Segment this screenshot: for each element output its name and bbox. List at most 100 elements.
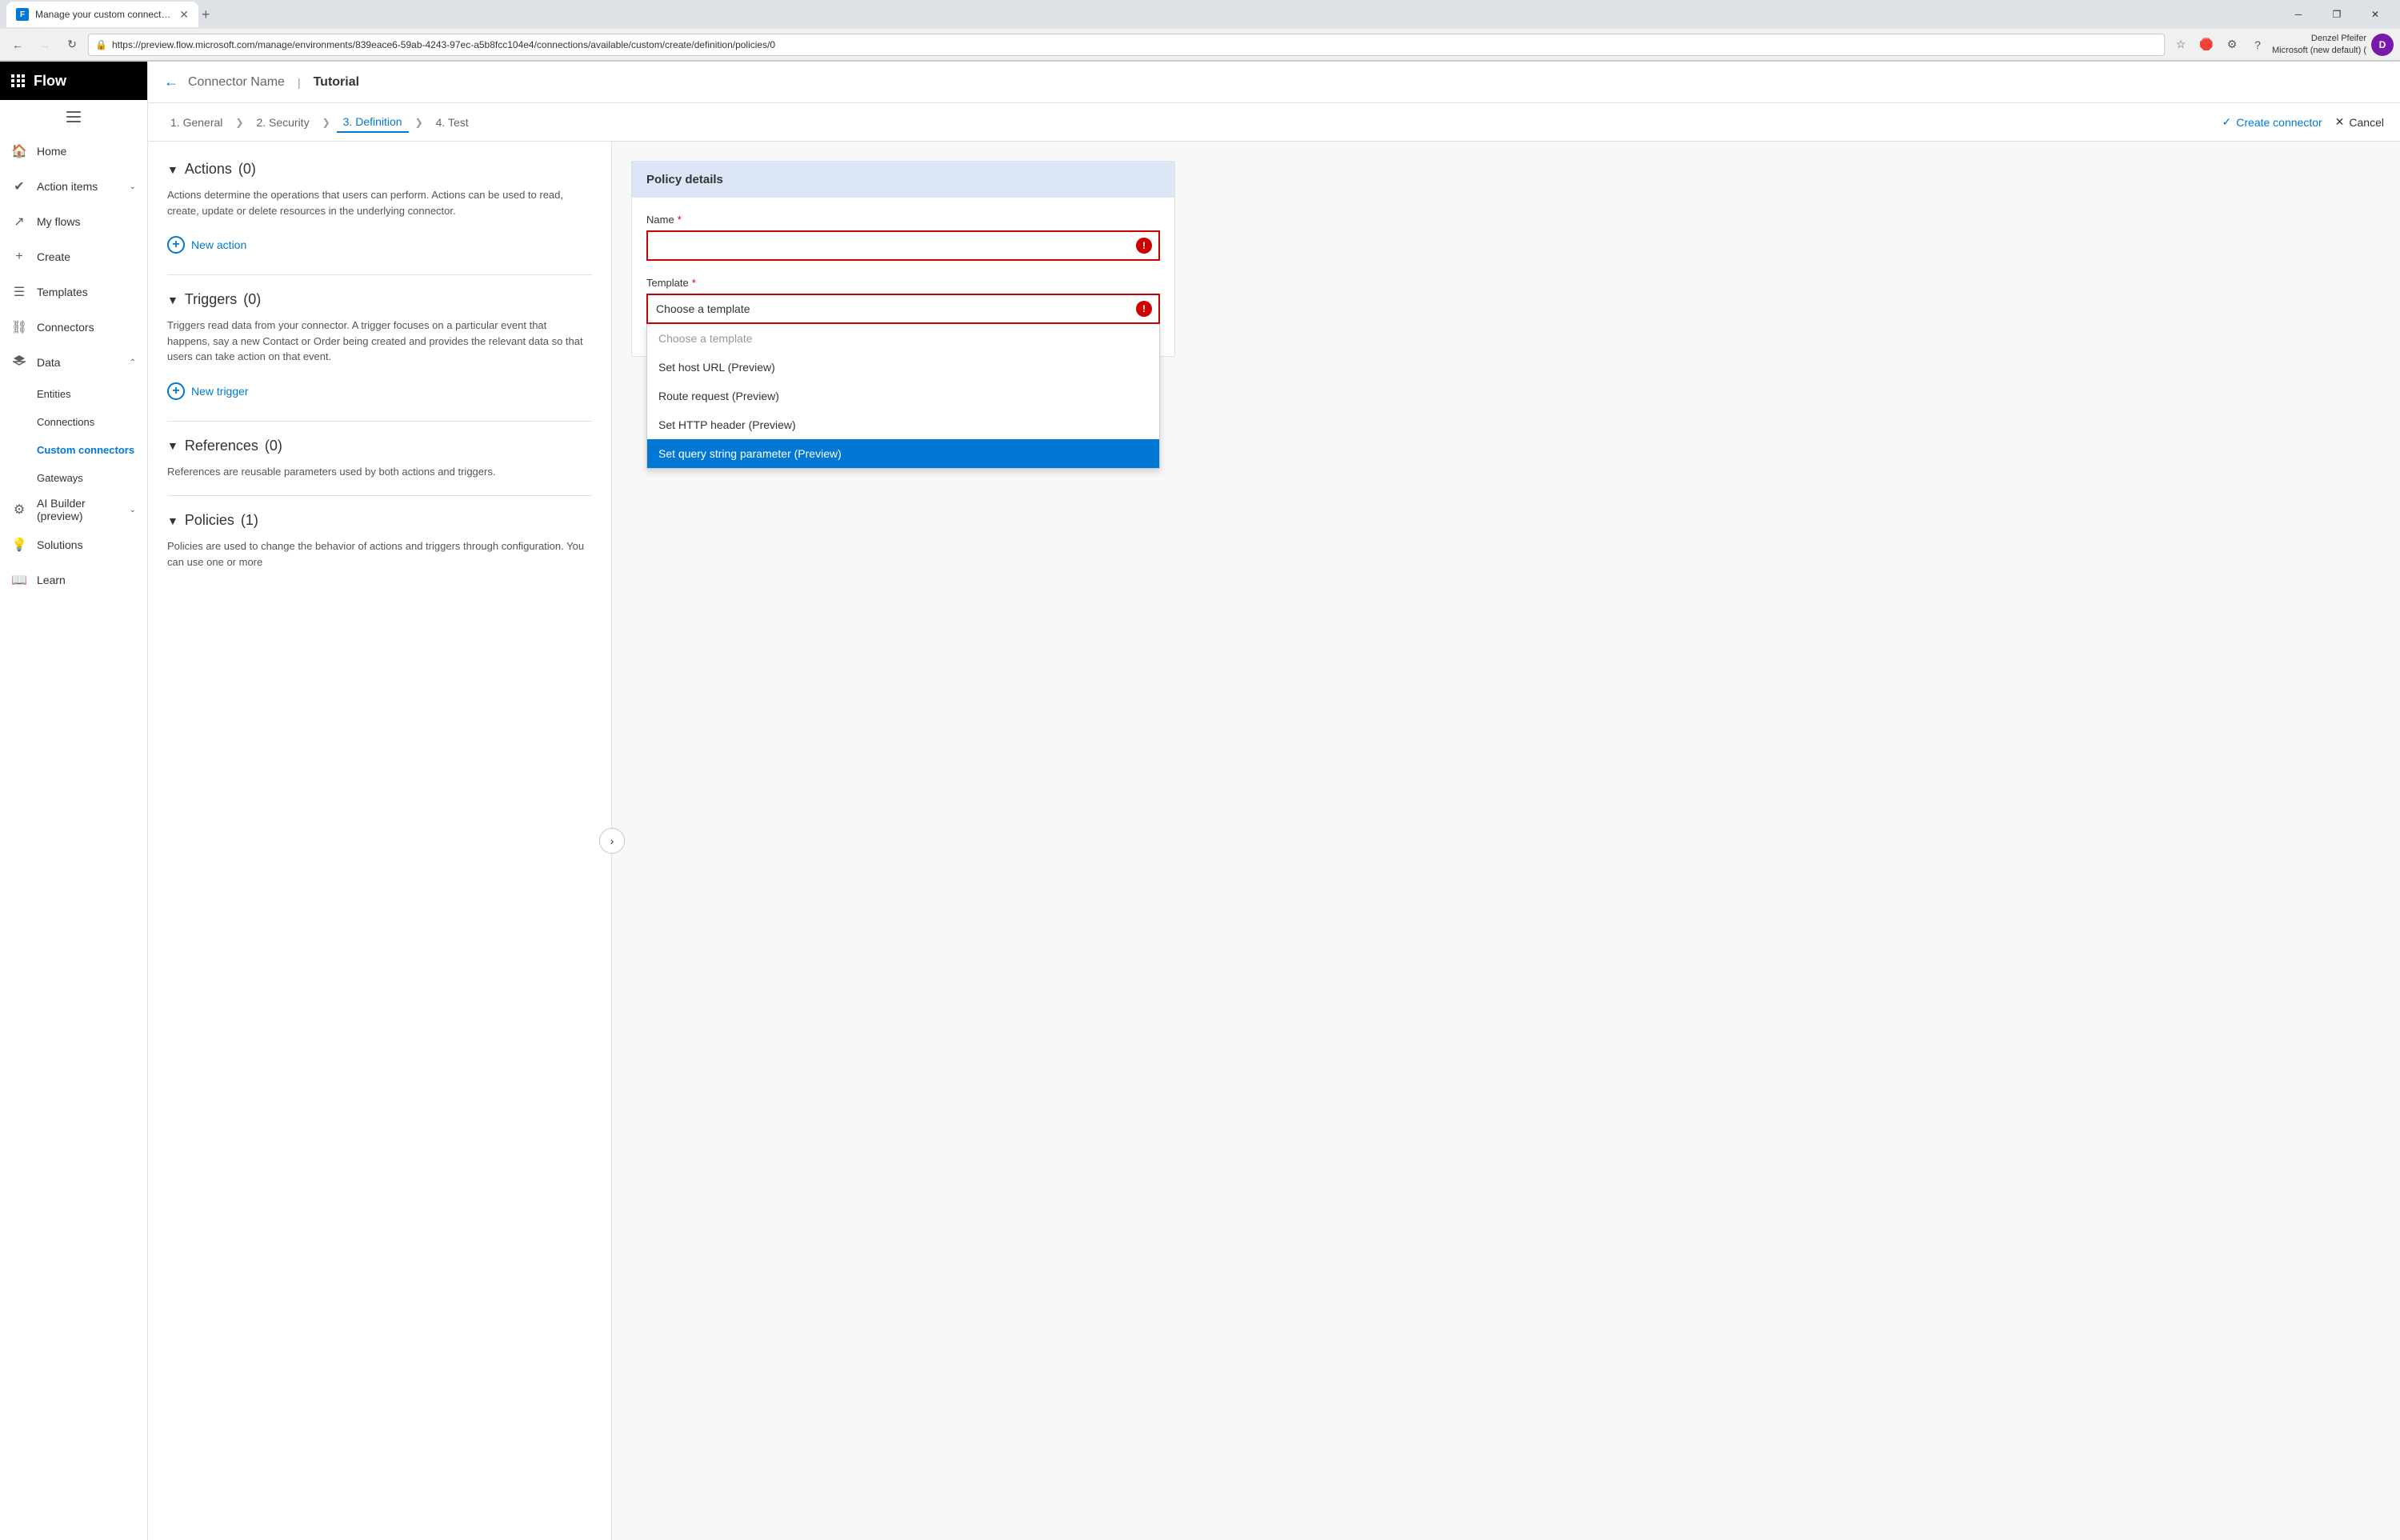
back-button[interactable]: ← — [6, 34, 29, 56]
sidebar-label-solutions: Solutions — [37, 538, 136, 551]
step-security-label: 2. Security — [256, 116, 309, 129]
forward-button[interactable]: → — [34, 34, 56, 56]
sidebar-item-templates[interactable]: ☰ Templates — [0, 274, 147, 310]
refresh-button[interactable]: ↻ — [61, 34, 83, 56]
actions-section-header: ▼ Actions (0) — [167, 161, 592, 178]
tab-close-button[interactable]: ✕ — [179, 8, 189, 22]
sidebar-item-ai-builder[interactable]: ⚙ AI Builder (preview) ⌄ — [0, 492, 147, 527]
step-definition[interactable]: 3. Definition — [337, 112, 409, 133]
window-controls: ─ ❐ ✕ — [2280, 2, 2394, 27]
step-general-label: 1. General — [170, 116, 222, 129]
cancel-button[interactable]: ✕ Cancel — [2335, 115, 2384, 129]
new-trigger-label: New trigger — [191, 385, 249, 398]
dropdown-item-placeholder[interactable]: Choose a template — [647, 324, 1159, 353]
triggers-title: Triggers — [185, 291, 237, 308]
references-title: References — [185, 438, 258, 454]
name-field-group: Name * ! — [646, 214, 1160, 261]
sidebar-item-home[interactable]: 🏠 Home — [0, 134, 147, 169]
step-arrow-2: ❯ — [322, 117, 330, 128]
new-trigger-plus-icon: + — [167, 382, 185, 400]
content-area: ▼ Actions (0) Actions determine the oper… — [148, 142, 2400, 1540]
browser-titlebar: F Manage your custom connectors ✕ + ─ ❐ … — [0, 0, 2400, 29]
sidebar-item-solutions[interactable]: 💡 Solutions — [0, 527, 147, 562]
app-grid-icon[interactable] — [11, 74, 26, 87]
toolbar-icons: ☆ 🛑 ⚙ ? Denzel Pfeifer Microsoft (new de… — [2170, 33, 2394, 56]
wizard-steps: 1. General ❯ 2. Security ❯ 3. Definition… — [148, 103, 2400, 142]
policies-chevron-icon[interactable]: ▼ — [167, 514, 178, 527]
new-tab-button[interactable]: + — [202, 6, 210, 23]
step-arrow-1: ❯ — [235, 117, 243, 128]
name-input-wrapper: ! — [646, 230, 1160, 261]
sidebar-item-connections[interactable]: Connections — [37, 408, 147, 436]
templates-icon: ☰ — [11, 284, 27, 300]
actions-description: Actions determine the operations that us… — [167, 187, 592, 218]
address-bar[interactable]: 🔒 https://preview.flow.microsoft.com/man… — [88, 34, 2165, 56]
triggers-description: Triggers read data from your connector. … — [167, 318, 592, 365]
sidebar-label-connectors: Connectors — [37, 321, 136, 334]
profile-avatar[interactable]: D — [2371, 34, 2394, 56]
settings-button[interactable]: ⚙ — [2221, 34, 2243, 56]
sidebar-label-learn: Learn — [37, 574, 136, 586]
create-connector-button[interactable]: ✓ Create connector — [2222, 115, 2322, 129]
step-test[interactable]: 4. Test — [430, 113, 475, 132]
template-dropdown[interactable]: Choose a template ! — [646, 294, 1160, 324]
chevron-down-icon: ⌄ — [130, 182, 136, 191]
sidebar-item-create[interactable]: + Create — [0, 239, 147, 274]
policy-details-header: Policy details — [632, 162, 1174, 198]
dropdown-item-set-host-url[interactable]: Set host URL (Preview) — [647, 353, 1159, 382]
sidebar-item-custom-connectors[interactable]: Custom connectors — [37, 436, 147, 464]
sidebar-label-action-items: Action items — [37, 180, 120, 193]
sidebar-label-data: Data — [37, 356, 120, 369]
sidebar-hamburger[interactable] — [0, 100, 147, 134]
lock-icon: 🔒 — [95, 39, 107, 50]
actions-divider — [167, 274, 592, 275]
right-arrow-button[interactable]: › — [599, 828, 625, 854]
template-dropdown-wrapper: Choose a template ! Choose a template Se… — [646, 294, 1160, 324]
dropdown-item-route-request[interactable]: Route request (Preview) — [647, 382, 1159, 410]
dropdown-item-set-query-string[interactable]: Set query string parameter (Preview) — [647, 439, 1159, 468]
data-chevron-icon: ⌃ — [130, 358, 136, 367]
close-button[interactable]: ✕ — [2357, 2, 2394, 27]
references-section-header: ▼ References (0) — [167, 438, 592, 454]
step-test-label: 4. Test — [436, 116, 469, 129]
actions-count: (0) — [238, 161, 256, 178]
sidebar-item-my-flows[interactable]: ↗ My flows — [0, 204, 147, 239]
sidebar-label-create: Create — [37, 250, 136, 263]
sidebar-item-data[interactable]: Data ⌃ — [0, 345, 147, 380]
connectors-icon: ⛓ — [11, 319, 27, 335]
sidebar-item-learn[interactable]: 📖 Learn — [0, 562, 147, 598]
sidebar-item-connectors[interactable]: ⛓ Connectors — [0, 310, 147, 345]
create-icon: + — [11, 250, 27, 264]
triggers-chevron-icon[interactable]: ▼ — [167, 294, 178, 306]
references-chevron-icon[interactable]: ▼ — [167, 439, 178, 452]
new-action-button[interactable]: + New action — [167, 231, 592, 258]
sidebar-item-action-items[interactable]: ✔ Action items ⌄ — [0, 169, 147, 204]
favorites-button[interactable]: ☆ — [2170, 34, 2192, 56]
sidebar-item-gateways[interactable]: Gateways — [37, 464, 147, 492]
checkmark-icon: ✓ — [2222, 115, 2232, 129]
action-items-icon: ✔ — [11, 178, 27, 194]
dropdown-item-set-http-header[interactable]: Set HTTP header (Preview) — [647, 410, 1159, 439]
step-general[interactable]: 1. General — [164, 113, 229, 132]
new-trigger-button[interactable]: + New trigger — [167, 378, 592, 405]
policies-count: (1) — [241, 512, 258, 529]
data-icon — [11, 354, 27, 371]
app-name: Flow — [34, 73, 66, 90]
browser-tab[interactable]: F Manage your custom connectors ✕ — [6, 2, 198, 27]
data-sub-menu: Entities Connections Custom connectors G… — [0, 380, 147, 492]
help-button[interactable]: ? — [2246, 34, 2269, 56]
name-input[interactable] — [646, 230, 1160, 261]
restore-button[interactable]: ❐ — [2318, 2, 2355, 27]
sidebar-header: Flow — [0, 62, 147, 100]
policy-details-card: Policy details Name * ! — [631, 161, 1175, 357]
minimize-button[interactable]: ─ — [2280, 2, 2317, 27]
policies-section-header: ▼ Policies (1) — [167, 512, 592, 529]
step-arrow-3: ❯ — [415, 117, 423, 128]
policies-title: Policies — [185, 512, 234, 529]
sidebar-item-entities[interactable]: Entities — [37, 380, 147, 408]
actions-chevron-icon[interactable]: ▼ — [167, 163, 178, 176]
wizard-actions: ✓ Create connector ✕ Cancel — [2222, 115, 2384, 129]
step-security[interactable]: 2. Security — [250, 113, 315, 132]
back-arrow-button[interactable]: ← — [164, 74, 178, 90]
step-definition-label: 3. Definition — [343, 115, 402, 128]
